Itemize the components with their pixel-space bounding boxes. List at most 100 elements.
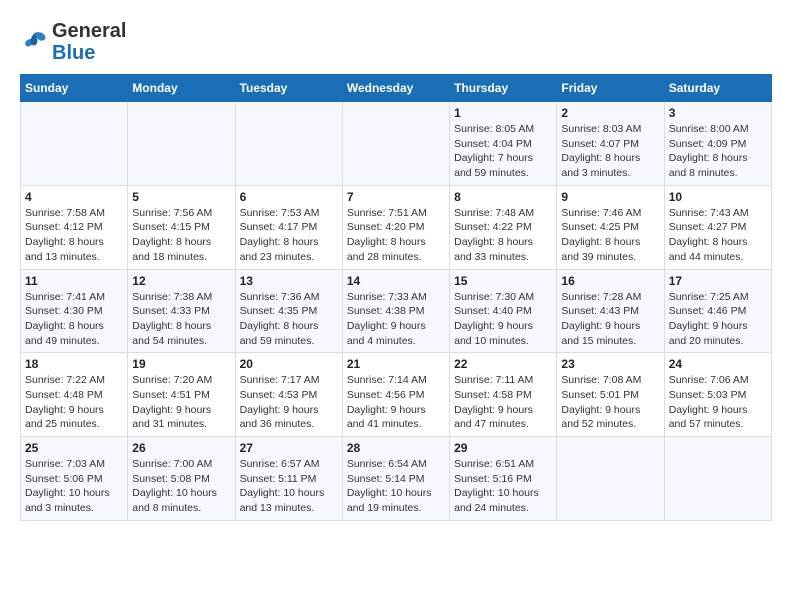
day-of-week-header: Wednesday	[342, 75, 449, 102]
day-number: 13	[240, 274, 338, 288]
day-number: 29	[454, 441, 552, 455]
day-number: 16	[561, 274, 659, 288]
day-number: 1	[454, 106, 552, 120]
calendar-cell: 29 Sunrise: 6:51 AMSunset: 5:16 PMDayligh…	[450, 437, 557, 521]
day-of-week-header: Thursday	[450, 75, 557, 102]
day-number: 15	[454, 274, 552, 288]
calendar-cell: 24 Sunrise: 7:06 AMSunset: 5:03 PMDayligh…	[664, 353, 771, 437]
day-number: 25	[25, 441, 123, 455]
day-sun-info: Sunrise: 6:57 AMSunset: 5:11 PMDaylight:…	[240, 457, 338, 516]
calendar-cell: 19Sunrise: 7:20 AMSunset: 4:51 PMDayligh…	[128, 353, 235, 437]
calendar-week-row: 1 Sunrise: 8:05 AMSunset: 4:04 PMDaylight…	[21, 102, 772, 186]
day-sun-info: Sunrise: 7:30 AMSunset: 4:40 PMDaylight:…	[454, 290, 552, 349]
calendar-cell: 11 Sunrise: 7:41 AMSunset: 4:30 PMDayligh…	[21, 269, 128, 353]
day-number: 12	[132, 274, 230, 288]
day-sun-info: Sunrise: 7:46 AMSunset: 4:25 PMDaylight:…	[561, 206, 659, 265]
calendar-cell: 17 Sunrise: 7:25 AMSunset: 4:46 PMDayligh…	[664, 269, 771, 353]
day-sun-info: Sunrise: 7:48 AMSunset: 4:22 PMDaylight:…	[454, 206, 552, 265]
day-sun-info: Sunrise: 7:43 AMSunset: 4:27 PMDaylight:…	[669, 206, 767, 265]
calendar-cell: 3 Sunrise: 8:00 AMSunset: 4:09 PMDaylight…	[664, 102, 771, 186]
day-number: 9	[561, 190, 659, 204]
day-sun-info: Sunrise: 7:33 AMSunset: 4:38 PMDaylight:…	[347, 290, 445, 349]
day-sun-info: Sunrise: 6:54 AMSunset: 5:14 PMDaylight:…	[347, 457, 445, 516]
day-sun-info: Sunrise: 7:41 AMSunset: 4:30 PMDaylight:…	[25, 290, 123, 349]
logo-text: General Blue	[52, 20, 126, 64]
day-sun-info: Sunrise: 8:03 AMSunset: 4:07 PMDaylight:…	[561, 122, 659, 181]
logo: General Blue	[20, 20, 126, 64]
day-sun-info: Sunrise: 7:20 AMSunset: 4:51 PMDaylight:…	[132, 373, 230, 432]
calendar-cell	[664, 437, 771, 521]
day-number: 27	[240, 441, 338, 455]
calendar-cell: 1 Sunrise: 8:05 AMSunset: 4:04 PMDaylight…	[450, 102, 557, 186]
calendar-cell: 5Sunrise: 7:56 AMSunset: 4:15 PMDaylight…	[128, 185, 235, 269]
day-sun-info: Sunrise: 7:06 AMSunset: 5:03 PMDaylight:…	[669, 373, 767, 432]
calendar-cell: 23Sunrise: 7:08 AMSunset: 5:01 PMDayligh…	[557, 353, 664, 437]
calendar-cell	[342, 102, 449, 186]
calendar-week-row: 25 Sunrise: 7:03 AMSunset: 5:06 PMDayligh…	[21, 437, 772, 521]
day-number: 10	[669, 190, 767, 204]
day-of-week-header: Tuesday	[235, 75, 342, 102]
day-sun-info: Sunrise: 7:38 AMSunset: 4:33 PMDaylight:…	[132, 290, 230, 349]
calendar-week-row: 11 Sunrise: 7:41 AMSunset: 4:30 PMDayligh…	[21, 269, 772, 353]
day-number: 28	[347, 441, 445, 455]
calendar-cell: 15 Sunrise: 7:30 AMSunset: 4:40 PMDayligh…	[450, 269, 557, 353]
calendar-cell: 20Sunrise: 7:17 AMSunset: 4:53 PMDayligh…	[235, 353, 342, 437]
day-sun-info: Sunrise: 7:25 AMSunset: 4:46 PMDaylight:…	[669, 290, 767, 349]
day-sun-info: Sunrise: 8:05 AMSunset: 4:04 PMDaylight:…	[454, 122, 552, 181]
calendar-week-row: 4 Sunrise: 7:58 AMSunset: 4:12 PMDaylight…	[21, 185, 772, 269]
calendar-cell	[235, 102, 342, 186]
day-sun-info: Sunrise: 7:03 AMSunset: 5:06 PMDaylight:…	[25, 457, 123, 516]
day-sun-info: Sunrise: 7:58 AMSunset: 4:12 PMDaylight:…	[25, 206, 123, 265]
calendar-cell: 9 Sunrise: 7:46 AMSunset: 4:25 PMDaylight…	[557, 185, 664, 269]
day-number: 17	[669, 274, 767, 288]
day-number: 24	[669, 357, 767, 371]
logo-icon	[20, 28, 48, 56]
day-sun-info: Sunrise: 7:28 AMSunset: 4:43 PMDaylight:…	[561, 290, 659, 349]
day-number: 21	[347, 357, 445, 371]
day-of-week-header: Sunday	[21, 75, 128, 102]
page-header: General Blue	[20, 20, 772, 64]
day-number: 5	[132, 190, 230, 204]
calendar-cell: 6Sunrise: 7:53 AMSunset: 4:17 PMDaylight…	[235, 185, 342, 269]
day-number: 22	[454, 357, 552, 371]
day-sun-info: Sunrise: 7:22 AMSunset: 4:48 PMDaylight:…	[25, 373, 123, 432]
calendar-header-row: SundayMondayTuesdayWednesdayThursdayFrid…	[21, 75, 772, 102]
day-number: 26	[132, 441, 230, 455]
day-number: 18	[25, 357, 123, 371]
calendar-cell	[21, 102, 128, 186]
day-number: 4	[25, 190, 123, 204]
calendar-cell: 12 Sunrise: 7:38 AMSunset: 4:33 PMDayligh…	[128, 269, 235, 353]
day-number: 8	[454, 190, 552, 204]
calendar-cell: 14 Sunrise: 7:33 AMSunset: 4:38 PMDayligh…	[342, 269, 449, 353]
day-number: 3	[669, 106, 767, 120]
day-sun-info: Sunrise: 7:36 AMSunset: 4:35 PMDaylight:…	[240, 290, 338, 349]
day-of-week-header: Saturday	[664, 75, 771, 102]
calendar-cell: 8 Sunrise: 7:48 AMSunset: 4:22 PMDaylight…	[450, 185, 557, 269]
day-number: 2	[561, 106, 659, 120]
calendar-cell: 18 Sunrise: 7:22 AMSunset: 4:48 PMDayligh…	[21, 353, 128, 437]
calendar-cell: 7 Sunrise: 7:51 AMSunset: 4:20 PMDaylight…	[342, 185, 449, 269]
day-number: 11	[25, 274, 123, 288]
calendar-cell: 21 Sunrise: 7:14 AMSunset: 4:56 PMDayligh…	[342, 353, 449, 437]
day-sun-info: Sunrise: 6:51 AMSunset: 5:16 PMDaylight:…	[454, 457, 552, 516]
calendar-cell: 10 Sunrise: 7:43 AMSunset: 4:27 PMDayligh…	[664, 185, 771, 269]
day-of-week-header: Monday	[128, 75, 235, 102]
calendar-cell	[128, 102, 235, 186]
day-sun-info: Sunrise: 7:51 AMSunset: 4:20 PMDaylight:…	[347, 206, 445, 265]
day-sun-info: Sunrise: 7:08 AMSunset: 5:01 PMDaylight:…	[561, 373, 659, 432]
day-number: 6	[240, 190, 338, 204]
day-sun-info: Sunrise: 7:00 AMSunset: 5:08 PMDaylight:…	[132, 457, 230, 516]
day-of-week-header: Friday	[557, 75, 664, 102]
day-number: 7	[347, 190, 445, 204]
calendar-table: SundayMondayTuesdayWednesdayThursdayFrid…	[20, 74, 772, 521]
calendar-cell: 25 Sunrise: 7:03 AMSunset: 5:06 PMDayligh…	[21, 437, 128, 521]
day-sun-info: Sunrise: 7:17 AMSunset: 4:53 PMDaylight:…	[240, 373, 338, 432]
calendar-cell	[557, 437, 664, 521]
day-number: 14	[347, 274, 445, 288]
calendar-cell: 28 Sunrise: 6:54 AMSunset: 5:14 PMDayligh…	[342, 437, 449, 521]
calendar-cell: 2 Sunrise: 8:03 AMSunset: 4:07 PMDaylight…	[557, 102, 664, 186]
day-sun-info: Sunrise: 7:14 AMSunset: 4:56 PMDaylight:…	[347, 373, 445, 432]
calendar-cell: 22Sunrise: 7:11 AMSunset: 4:58 PMDayligh…	[450, 353, 557, 437]
calendar-cell: 13 Sunrise: 7:36 AMSunset: 4:35 PMDayligh…	[235, 269, 342, 353]
day-sun-info: Sunrise: 8:00 AMSunset: 4:09 PMDaylight:…	[669, 122, 767, 181]
